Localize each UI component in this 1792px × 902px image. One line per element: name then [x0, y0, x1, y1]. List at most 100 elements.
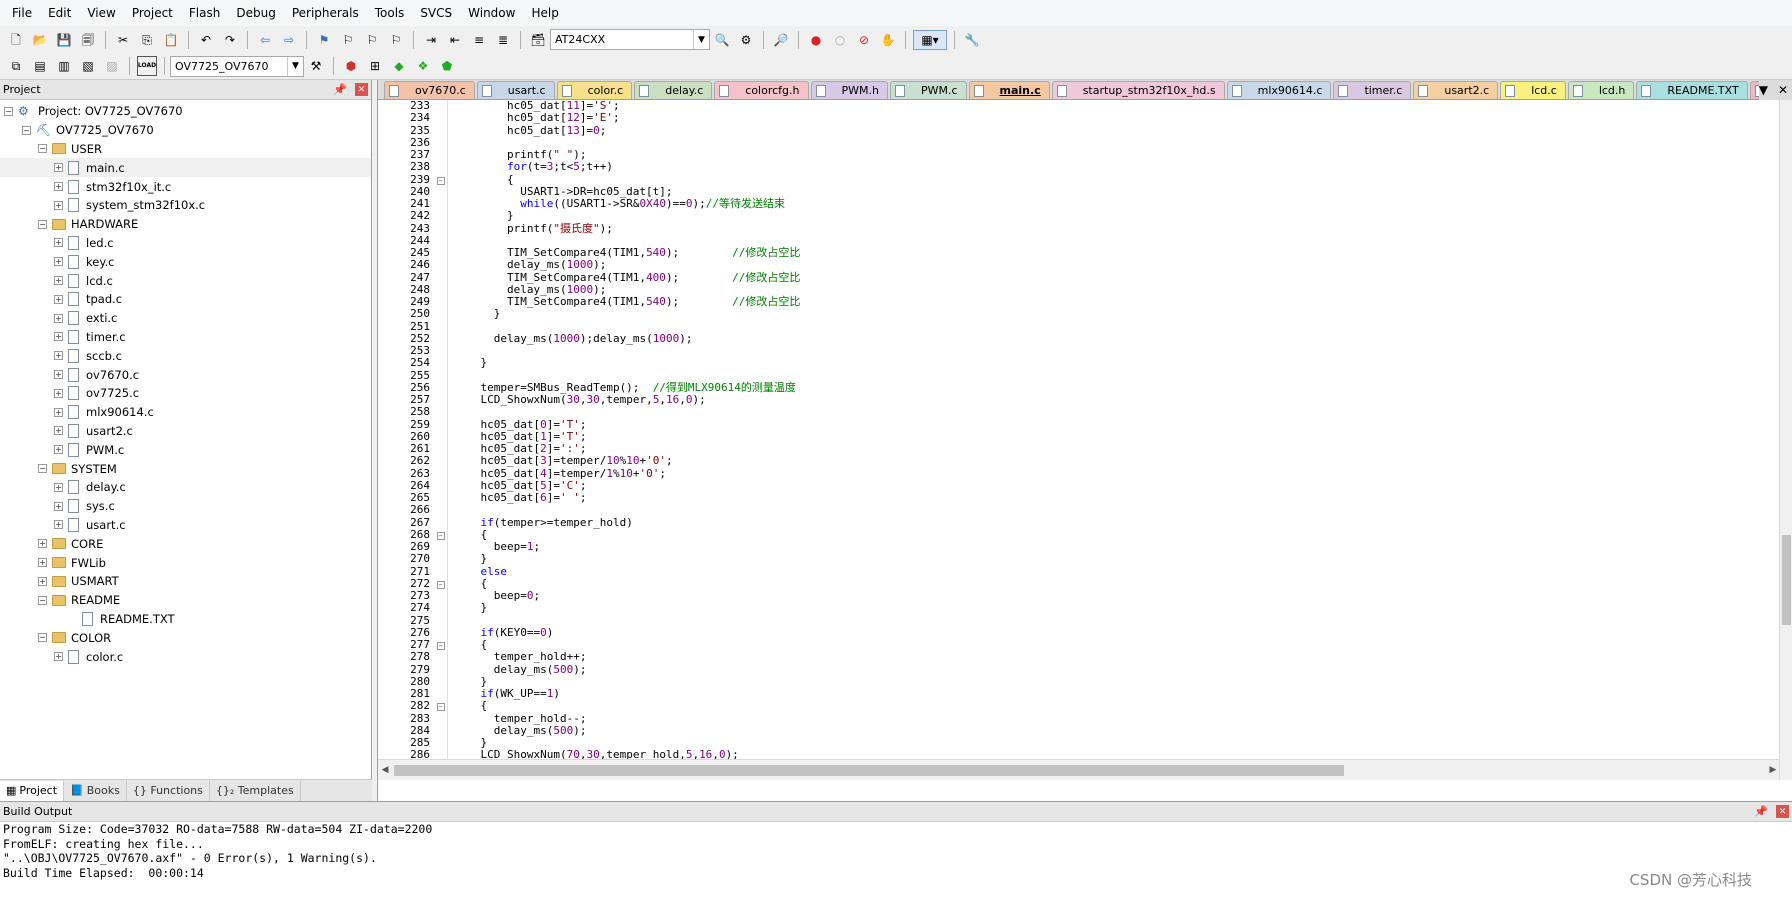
run-time-env-icon[interactable]: ⬟: [437, 56, 457, 76]
fold-toggle-icon[interactable]: −: [434, 700, 447, 712]
code-line[interactable]: }: [454, 553, 1780, 565]
tree-file[interactable]: + sccb.c: [0, 346, 371, 365]
code-line[interactable]: {: [454, 700, 1780, 712]
code-line[interactable]: {: [454, 577, 1780, 590]
vertical-scroll-thumb[interactable]: [1782, 535, 1791, 625]
collapse-icon[interactable]: −: [22, 125, 31, 135]
collapse-icon[interactable]: −: [38, 219, 47, 229]
open-file-icon[interactable]: 📂: [30, 30, 50, 50]
file-tab[interactable]: PWM.c: [889, 81, 967, 99]
menu-svcs[interactable]: SVCS: [412, 0, 460, 26]
menu-flash[interactable]: Flash: [181, 0, 228, 26]
code-line[interactable]: hc05_dat[11]='S';: [454, 100, 1780, 112]
code-line[interactable]: beep=0;: [454, 589, 1780, 602]
code-line[interactable]: }: [454, 357, 1780, 369]
code-view[interactable]: 233 234 235 236 237 238 239 240 241 242 243 244 245 2…: [378, 100, 1780, 780]
code-line[interactable]: printf("摄氏度");: [454, 222, 1780, 235]
select-packs-icon[interactable]: ◆: [389, 56, 409, 76]
tree-file[interactable]: + main.c: [0, 158, 371, 178]
window-layout-icon[interactable]: ▦▾: [913, 29, 947, 50]
menu-edit[interactable]: Edit: [40, 0, 79, 26]
fold-toggle-icon[interactable]: −: [434, 578, 447, 590]
tree-file[interactable]: + stm32f10x_it.c: [0, 177, 371, 196]
expand-icon[interactable]: +: [54, 370, 63, 380]
tree-root[interactable]: − ⚙ Project: OV7725_OV7670: [0, 102, 371, 121]
expand-icon[interactable]: +: [38, 576, 47, 586]
tree-file[interactable]: + exti.c: [0, 309, 371, 328]
copy-icon[interactable]: ⎘: [137, 30, 157, 50]
expand-icon[interactable]: +: [54, 313, 63, 323]
close-icon[interactable]: ✕: [355, 83, 368, 96]
file-tab[interactable]: main.c: [968, 81, 1050, 99]
vertical-scrollbar[interactable]: [1779, 100, 1792, 780]
code-line[interactable]: delay_ms(1000);delay_ms(1000);: [454, 332, 1780, 345]
file-tab[interactable]: color.c: [556, 81, 633, 99]
file-tab[interactable]: ov7670.c: [384, 81, 475, 99]
project-tab-1[interactable]: 📘 Books: [64, 780, 127, 801]
tree-group-color[interactable]: − COLOR: [0, 628, 371, 647]
file-tab[interactable]: mlx90614.c: [1226, 81, 1332, 99]
tree-group-hardware[interactable]: − HARDWARE: [0, 215, 371, 234]
code-line[interactable]: LCD_ShowxNum(30,30,temper,5,16,0);: [454, 393, 1780, 406]
cut-icon[interactable]: ✂: [113, 30, 133, 50]
disable-all-breakpoints-icon[interactable]: ✋: [878, 30, 898, 50]
nav-back-icon[interactable]: ⇦: [255, 30, 275, 50]
menu-peripherals[interactable]: Peripherals: [284, 0, 367, 26]
tree-file[interactable]: + system_stm32f10x.c: [0, 196, 371, 215]
file-tab[interactable]: README.TXT: [1636, 81, 1748, 99]
prev-bookmark-icon[interactable]: ⚐: [338, 30, 358, 50]
target-combo[interactable]: OV7725_OV7670 ▼: [170, 55, 304, 77]
kill-breakpoints-icon[interactable]: ⊘: [854, 30, 874, 50]
code-line[interactable]: TIM_SetCompare4(TIM1,540); //修改占空比: [454, 295, 1780, 308]
fold-toggle-icon[interactable]: −: [434, 174, 447, 186]
code-line[interactable]: for(t=3;t<5;t++): [454, 161, 1780, 173]
file-tab[interactable]: PWM.h: [810, 81, 888, 99]
chevron-down-icon[interactable]: ▼: [693, 30, 709, 49]
project-tab-3[interactable]: {}₂ Templates: [210, 780, 301, 801]
tree-group-user[interactable]: − USER: [0, 140, 371, 159]
disable-breakpoint-icon[interactable]: ○: [830, 30, 850, 50]
horizontal-scrollbar[interactable]: ◀ ▶: [378, 759, 1780, 780]
tree-file[interactable]: + lcd.c: [0, 271, 371, 290]
code-line[interactable]: }: [454, 602, 1780, 614]
expand-icon[interactable]: +: [54, 257, 63, 267]
configure-icon[interactable]: 🔧: [962, 30, 982, 50]
fold-toggle-icon[interactable]: −: [434, 529, 447, 541]
close-tab-icon[interactable]: ✕: [1778, 83, 1788, 97]
code-line[interactable]: else: [454, 565, 1780, 578]
tree-file[interactable]: + ov7725.c: [0, 384, 371, 403]
code-text[interactable]: hc05_dat[11]='S'; hc05_dat[12]='E'; hc05…: [454, 100, 1780, 780]
close-icon[interactable]: ✕: [1776, 805, 1789, 818]
incremental-find-icon[interactable]: ⚙: [736, 30, 756, 50]
tree-file[interactable]: + usart2.c: [0, 422, 371, 441]
code-line[interactable]: }: [454, 210, 1780, 222]
expand-icon[interactable]: +: [54, 332, 63, 342]
collapse-icon[interactable]: −: [38, 144, 47, 154]
expand-icon[interactable]: +: [54, 182, 63, 192]
collapse-icon[interactable]: −: [4, 106, 13, 116]
file-tab[interactable]: lcd.c: [1500, 81, 1566, 99]
expand-icon[interactable]: +: [54, 407, 63, 417]
menu-tools[interactable]: Tools: [367, 0, 413, 26]
scroll-right-icon[interactable]: ▶: [1766, 765, 1780, 775]
expand-icon[interactable]: +: [54, 501, 63, 511]
tree-file[interactable]: + tpad.c: [0, 290, 371, 309]
code-line[interactable]: [454, 504, 1780, 516]
project-tab-0[interactable]: ▦ Project: [0, 780, 65, 801]
code-line[interactable]: TIM_SetCompare4(TIM1,400); //修改占空比: [454, 271, 1780, 284]
rebuild-icon[interactable]: ▥: [54, 56, 74, 76]
expand-icon[interactable]: +: [54, 520, 63, 530]
code-line[interactable]: [454, 137, 1780, 149]
code-line[interactable]: hc05_dat[13]=0;: [454, 124, 1780, 137]
bookmark-icon[interactable]: ⚑: [314, 30, 334, 50]
code-line[interactable]: }: [454, 308, 1780, 320]
code-line[interactable]: hc05_dat[5]='C';: [454, 479, 1780, 492]
tree-file[interactable]: + ov7670.c: [0, 365, 371, 384]
tree-group-fwlib[interactable]: + FWLib: [0, 553, 371, 572]
tree-target[interactable]: − ⛏ OV7725_OV7670: [0, 121, 371, 140]
code-line[interactable]: [454, 345, 1780, 357]
code-line[interactable]: [454, 406, 1780, 418]
new-file-icon[interactable]: 🗋: [6, 30, 26, 50]
code-line[interactable]: temper_hold++;: [454, 651, 1780, 663]
expand-icon[interactable]: +: [38, 539, 47, 549]
